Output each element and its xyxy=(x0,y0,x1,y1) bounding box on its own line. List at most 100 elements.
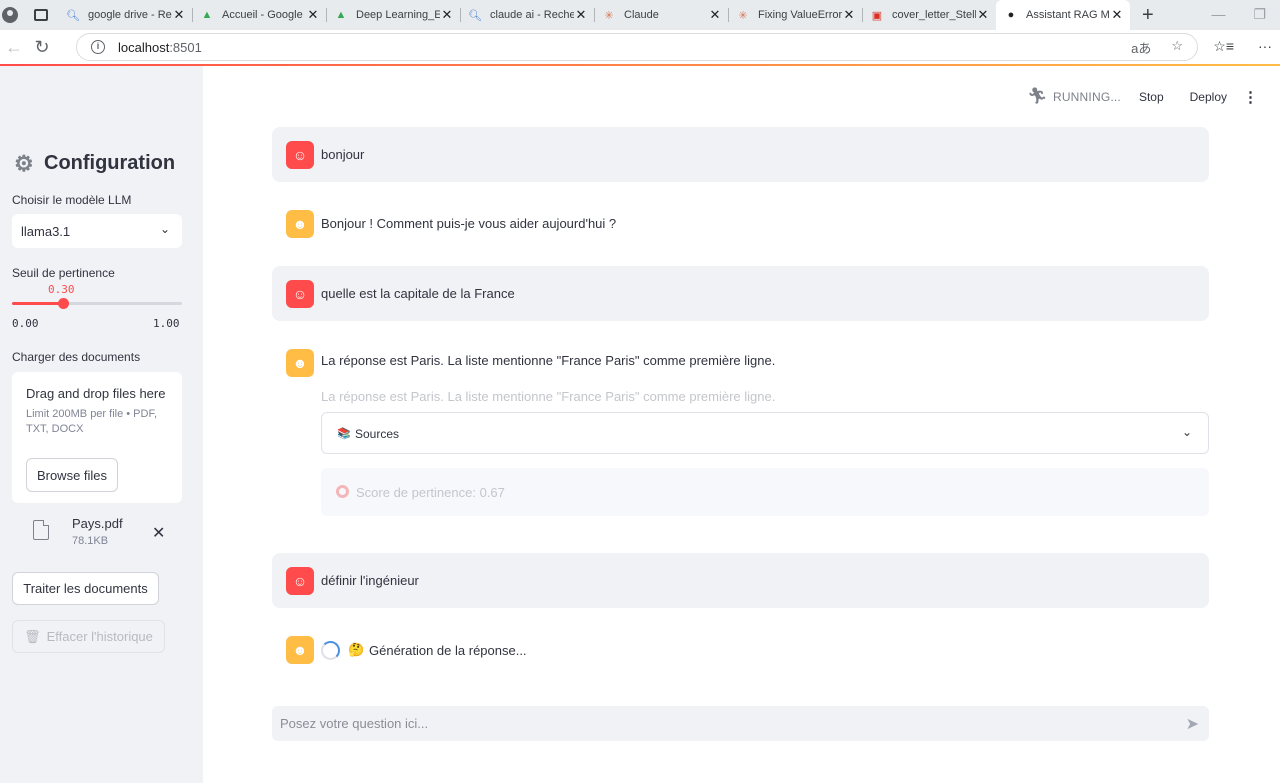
threshold-max: 1.00 xyxy=(153,317,180,330)
more-icon[interactable]: ··· xyxy=(1258,38,1272,55)
tab-claude[interactable]: ✳ Claude ✕ xyxy=(594,0,728,30)
tab-title: Accueil - Google xyxy=(222,9,303,21)
tab-actions-icon[interactable] xyxy=(34,9,48,21)
dropzone-limit: Limit 200MB per file • PDF, TXT, DOCX xyxy=(26,408,158,435)
model-label: Choisir le modèle LLM xyxy=(12,193,132,207)
sidebar-title-text: Configuration xyxy=(44,152,176,174)
threshold-label: Seuil de pertinence xyxy=(12,266,115,280)
tab-cover-letter[interactable]: ▣ cover_letter_Stell ✕ xyxy=(862,0,996,30)
window-controls: — ❐ xyxy=(1211,6,1266,23)
process-documents-button[interactable]: Traiter les documents xyxy=(12,572,159,605)
chevron-down-icon: ⌄ xyxy=(1181,425,1192,439)
relevance-score-info: Score de pertinence: 0.67 xyxy=(321,468,1209,516)
tab-assistant-rag[interactable]: ● Assistant RAG M ✕ xyxy=(996,0,1130,30)
remove-file-icon[interactable]: ✕ xyxy=(152,523,165,543)
upload-label: Charger des documents xyxy=(12,350,141,364)
slider-handle[interactable] xyxy=(58,298,69,309)
clear-history-label: Effacer l'historique xyxy=(46,629,153,644)
tab-deep-learning[interactable]: ▲ Deep Learning_E ✕ xyxy=(326,0,460,30)
tab-strip: 🔍︎ google drive - Re ✕ ▲ Accueil - Googl… xyxy=(58,0,1130,30)
model-select-value: llama3.1 xyxy=(21,223,71,239)
tab-claude-search[interactable]: 🔍︎ claude ai - Reche ✕ xyxy=(460,0,594,30)
minimize-icon[interactable]: — xyxy=(1211,6,1225,23)
user-avatar-icon: ☺ xyxy=(286,141,314,169)
chat-message-assistant: ☻ Bonjour ! Comment puis-je vous aider a… xyxy=(272,196,1209,251)
new-tab-button[interactable]: + xyxy=(1142,5,1154,25)
file-size: 78.1KB xyxy=(72,535,109,547)
user-avatar-icon: ☺ xyxy=(286,280,314,308)
close-icon[interactable]: ✕ xyxy=(842,7,856,23)
message-text-streaming: La réponse est Paris. La liste mentionne… xyxy=(321,389,776,404)
user-avatar-icon: ☺ xyxy=(286,567,314,595)
sidebar: ⚙ Configuration Choisir le modèle LLM ll… xyxy=(0,66,203,783)
search-icon: 🔍︎ xyxy=(468,9,482,22)
close-icon[interactable]: ✕ xyxy=(574,7,588,23)
main-content: 🏃︎ RUNNING... Stop Deploy ⋮ ☺ bonjour ☻ … xyxy=(203,66,1280,783)
dropzone-title: Drag and drop files here xyxy=(26,386,166,401)
chat-message-assistant: ☻ La réponse est Paris. La liste mention… xyxy=(272,336,1209,526)
status-text: Génération de la réponse... xyxy=(369,643,527,658)
close-icon[interactable]: ✕ xyxy=(1110,7,1124,23)
tab-title: Fixing ValueError xyxy=(758,9,842,21)
profile-icon[interactable] xyxy=(2,7,18,23)
browse-files-button[interactable]: Browse files xyxy=(26,458,118,492)
file-dropzone[interactable]: Drag and drop files here Limit 200MB per… xyxy=(12,372,182,503)
threshold-value: 0.30 xyxy=(48,283,75,296)
reload-button[interactable]: ↻ xyxy=(28,37,56,58)
close-icon[interactable]: ✕ xyxy=(440,7,454,23)
site-info-icon[interactable]: i xyxy=(91,40,105,54)
restore-icon[interactable]: ❐ xyxy=(1253,6,1266,23)
back-button[interactable]: ← xyxy=(0,37,28,58)
bot-avatar-icon: ☻ xyxy=(286,210,314,238)
target-icon xyxy=(336,485,349,498)
deploy-button[interactable]: Deploy xyxy=(1190,90,1227,104)
claude-icon: ✳ xyxy=(604,9,614,22)
message-text: bonjour xyxy=(321,147,365,162)
chevron-down-icon: ⌄ xyxy=(159,222,170,236)
chat-message-user: ☺ quelle est la capitale de la France xyxy=(272,266,1209,321)
read-aloud-icon[interactable]: aあ xyxy=(1131,38,1151,57)
close-icon[interactable]: ✕ xyxy=(306,7,320,23)
uploaded-file: Pays.pdf 78.1KB ✕ xyxy=(30,515,180,551)
omnibox-actions: aあ ☆ xyxy=(1131,38,1183,57)
tab-accueil-google[interactable]: ▲ Accueil - Google ✕ xyxy=(192,0,326,30)
tab-title: Claude xyxy=(624,9,659,21)
url-bar[interactable]: i localhost:8501 aあ ☆ xyxy=(76,33,1198,61)
address-bar-row: ← ↻ i localhost:8501 aあ ☆ ☆≡ ··· xyxy=(0,30,1280,64)
tab-google-drive-search[interactable]: 🔍︎ google drive - Re ✕ xyxy=(58,0,192,30)
tab-title: google drive - Re xyxy=(88,9,172,21)
tab-fixing-valueerror[interactable]: ✳ Fixing ValueError ✕ xyxy=(728,0,862,30)
url-host: localhost xyxy=(118,39,170,55)
close-icon[interactable]: ✕ xyxy=(976,7,990,23)
url-text: localhost:8501 xyxy=(118,40,202,55)
drive-icon: ▲ xyxy=(335,9,347,21)
trash-icon: 🗑 xyxy=(24,628,41,644)
favorites-icon[interactable]: ☆≡ xyxy=(1213,38,1234,55)
stop-button[interactable]: Stop xyxy=(1139,90,1164,104)
claude-icon: ✳ xyxy=(738,9,748,22)
send-icon[interactable]: ➤ xyxy=(1186,714,1199,734)
chat-input-field[interactable] xyxy=(280,706,1160,741)
model-select[interactable]: llama3.1 ⌄ xyxy=(12,214,182,248)
score-text: Score de pertinence: 0.67 xyxy=(356,485,505,500)
threshold-slider[interactable] xyxy=(12,298,182,309)
chat-message-user: ☺ définir l'ingénieur xyxy=(272,553,1209,608)
sources-expander[interactable]: 📚 Sources ⌄ xyxy=(321,412,1209,454)
file-name: Pays.pdf xyxy=(72,516,123,531)
url-port: :8501 xyxy=(169,39,202,55)
file-icon xyxy=(33,520,49,540)
close-icon[interactable]: ✕ xyxy=(708,7,722,23)
tab-title: Deep Learning_E xyxy=(356,9,440,21)
message-text: Bonjour ! Comment puis-je vous aider auj… xyxy=(321,216,617,231)
spinner-icon xyxy=(321,641,340,660)
close-icon[interactable]: ✕ xyxy=(172,7,186,23)
browser-actions: ☆≡ ··· xyxy=(1213,38,1272,55)
tab-title: Assistant RAG M xyxy=(1026,9,1110,21)
clear-history-button[interactable]: 🗑 Effacer l'historique xyxy=(12,620,165,653)
tab-title: claude ai - Reche xyxy=(490,9,574,21)
favorite-star-icon[interactable]: ☆ xyxy=(1171,38,1183,57)
streamlit-icon: ● xyxy=(1007,9,1015,21)
main-menu-icon[interactable]: ⋮ xyxy=(1243,88,1258,106)
generation-status: 🤔 Génération de la réponse... xyxy=(272,636,1209,666)
search-icon: 🔍︎ xyxy=(66,9,80,22)
